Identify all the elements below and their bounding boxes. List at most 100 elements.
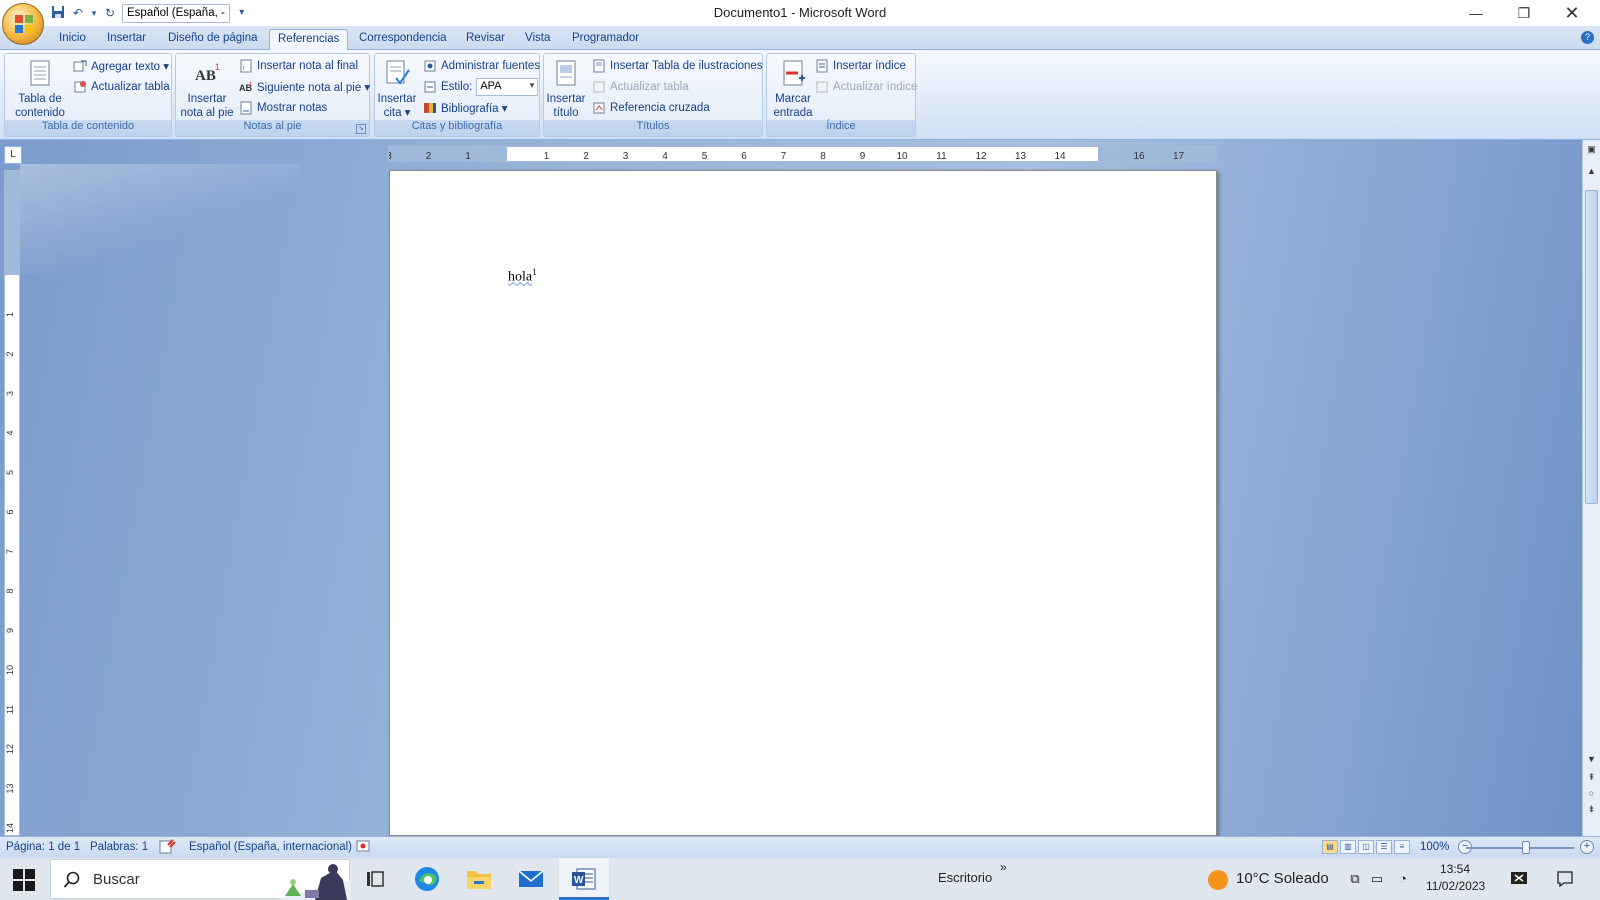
weather-status[interactable]: 10°C Soleado — [1236, 870, 1329, 887]
draft-view-icon[interactable]: ≡ — [1394, 840, 1410, 854]
battery-icon[interactable]: ▭ — [1368, 870, 1386, 888]
desktop-toolbar-label[interactable]: Escritorio — [938, 870, 992, 885]
task-view-icon[interactable] — [358, 862, 392, 896]
document-text[interactable]: hola1 — [508, 267, 537, 286]
input-method-icon[interactable] — [1510, 870, 1528, 888]
mail-icon[interactable] — [514, 862, 548, 896]
tab-correspondencia[interactable]: Correspondencia — [351, 29, 455, 50]
svg-text:1: 1 — [215, 62, 220, 72]
footnote-reference[interactable]: 1 — [532, 267, 537, 277]
scroll-down-arrow-icon[interactable]: ▼ — [1584, 752, 1599, 767]
edge-browser-icon[interactable] — [410, 862, 444, 896]
language-status[interactable]: Español (España, internacional) — [189, 841, 352, 853]
update-figures-table-button[interactable]: Actualizar tabla — [592, 78, 689, 96]
file-explorer-icon[interactable] — [462, 862, 496, 896]
wifi-icon[interactable]: ◔ — [1394, 870, 1412, 888]
notifications-icon[interactable] — [1556, 870, 1574, 888]
table-of-figures-icon — [593, 59, 605, 73]
update-index-button[interactable]: Actualizar índice — [815, 78, 917, 96]
insert-footnote-button[interactable]: AB 1 Insertar nota al pie — [178, 58, 236, 120]
next-page-icon[interactable]: ⇟ — [1584, 802, 1599, 817]
ruler-toggle-icon[interactable]: ▣ — [1584, 142, 1599, 157]
zoom-slider-thumb[interactable] — [1522, 841, 1530, 854]
clock-time[interactable]: 13:54 — [1440, 862, 1470, 876]
manage-sources-button[interactable]: Administrar fuentes — [423, 57, 540, 75]
restore-button[interactable]: ❐ — [1500, 0, 1548, 26]
tab-revisar[interactable]: Revisar — [458, 29, 513, 50]
document-toc-icon — [30, 60, 50, 86]
next-footnote-icon: AB1 — [239, 82, 253, 93]
svg-text:AB: AB — [195, 68, 216, 84]
cross-reference-button[interactable]: Referencia cruzada — [592, 99, 710, 117]
citation-style-select[interactable]: APA — [476, 78, 539, 96]
windows-start-icon[interactable] — [12, 868, 36, 892]
full-screen-reading-icon[interactable]: ▥ — [1340, 840, 1356, 854]
group-citations: Insertar cita ▾ Administrar fuentes Esti… — [374, 53, 540, 137]
vertical-scrollbar[interactable]: ▣ ▲ ▼ ⇞ ○ ⇟ — [1582, 140, 1600, 836]
desktop-expand-chevron-icon[interactable]: » — [1000, 860, 1007, 874]
mark-entry-button[interactable]: Marcar entrada — [769, 58, 817, 120]
group-label: Notas al pie — [176, 120, 369, 136]
ruler-top-margin — [5, 171, 19, 275]
print-layout-view-icon[interactable]: ▤ — [1322, 840, 1338, 854]
office-logo-icon — [15, 15, 33, 33]
tab-insertar[interactable]: Insertar — [99, 29, 154, 50]
add-text-button[interactable]: Agregar texto ▾ — [73, 57, 169, 75]
document-page[interactable]: hola1 — [389, 170, 1217, 836]
word-count[interactable]: Palabras: 1 — [90, 841, 148, 853]
web-layout-icon[interactable]: ◫ — [1358, 840, 1374, 854]
minimize-button[interactable]: — — [1452, 0, 1500, 26]
search-icon — [63, 871, 80, 888]
zoom-in-icon[interactable]: + — [1580, 840, 1594, 854]
tab-referencias[interactable]: Referencias — [269, 29, 349, 50]
word-app-icon[interactable]: W — [567, 862, 601, 896]
insert-index-label: Insertar índice — [833, 60, 906, 72]
close-button[interactable]: ✕ — [1548, 0, 1596, 26]
update-table-button[interactable]: Actualizar tabla — [73, 78, 170, 96]
ruler-tick-label: 2 — [5, 351, 15, 356]
show-notes-button[interactable]: Mostrar notas — [239, 99, 327, 117]
tab-selector-icon[interactable]: L — [4, 146, 22, 164]
meet-now-icon[interactable]: ⧉ — [1346, 870, 1364, 888]
next-footnote-button[interactable]: AB 1 Siguiente nota al pie ▾ — [239, 78, 370, 96]
tab-vista[interactable]: Vista — [517, 29, 558, 50]
taskbar-search-box[interactable]: Buscar — [50, 859, 351, 900]
tab-diseno-de-pagina[interactable]: Diseño de página — [160, 29, 266, 50]
manage-sources-label: Administrar fuentes — [441, 60, 541, 72]
proofing-icon[interactable] — [158, 839, 176, 858]
insert-endnote-button[interactable]: i Insertar nota al final — [239, 57, 358, 75]
zoom-slider-track[interactable] — [1466, 847, 1574, 849]
horizontal-ruler[interactable]: 32112345678910111213141617 — [388, 146, 1217, 162]
clock-date[interactable]: 11/02/2023 — [1426, 879, 1485, 893]
tab-inicio[interactable]: Inicio — [51, 29, 94, 50]
browse-object-icon[interactable]: ○ — [1584, 786, 1599, 801]
ruler-tick-label: 3 — [5, 391, 15, 396]
insert-index-button[interactable]: Insertar índice — [815, 57, 906, 75]
sunny-weather-icon[interactable] — [1208, 870, 1228, 890]
ruler-tick-label: 5 — [5, 470, 15, 475]
tab-programador[interactable]: Programador — [564, 29, 647, 50]
bibliography-button[interactable]: Bibliografía ▾ — [423, 99, 508, 117]
insert-citation-button[interactable]: Insertar cita ▾ — [375, 58, 419, 120]
vertical-ruler[interactable]: 211234567891011121314 — [4, 170, 20, 836]
style-row: Estilo: APA — [423, 78, 539, 96]
page-count[interactable]: Página: 1 de 1 — [6, 841, 80, 853]
insert-index-icon — [816, 59, 828, 73]
outline-view-icon[interactable]: ☰ — [1376, 840, 1392, 854]
insert-table-of-figures-button[interactable]: Insertar Tabla de ilustraciones — [592, 57, 763, 75]
help-icon[interactable]: ? — [1581, 31, 1594, 44]
insert-caption-icon — [556, 60, 576, 86]
office-button[interactable] — [2, 3, 44, 45]
previous-page-icon[interactable]: ⇞ — [1584, 770, 1599, 785]
ruler-tick-label: 4 — [662, 151, 668, 162]
insert-caption-button[interactable]: Insertar título — [546, 58, 586, 120]
zoom-level[interactable]: 100% — [1420, 841, 1449, 853]
scrollbar-thumb[interactable] — [1585, 190, 1598, 504]
footnotes-dialog-launcher-icon[interactable]: ↘ — [356, 124, 366, 134]
ruler-tick-label: 13 — [5, 783, 15, 793]
ruler-tick-label: 1 — [5, 312, 15, 317]
bibliography-icon — [424, 103, 436, 113]
scroll-up-arrow-icon[interactable]: ▲ — [1584, 164, 1599, 179]
group-label: Índice — [767, 120, 915, 136]
macro-record-icon[interactable] — [356, 840, 370, 855]
